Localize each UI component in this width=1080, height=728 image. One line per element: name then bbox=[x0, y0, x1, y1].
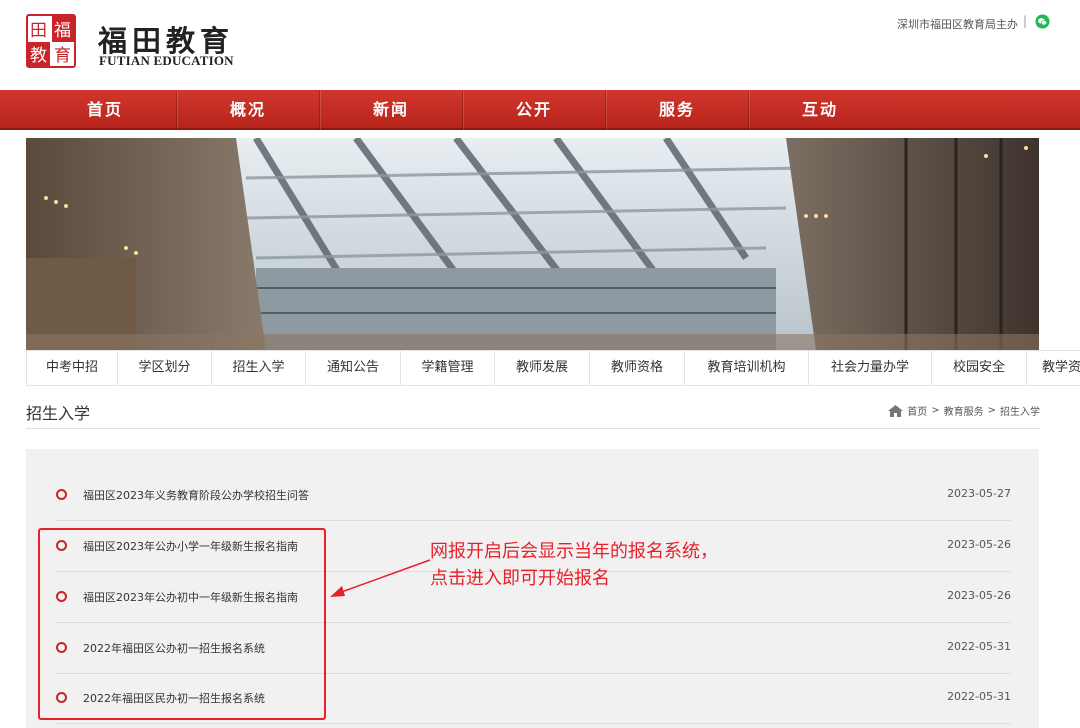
breadcrumb-current: 招生入学 bbox=[1000, 407, 1040, 418]
seal-char: 教 bbox=[30, 46, 47, 66]
annotation-line: 点击进入即可开始报名 bbox=[430, 568, 610, 589]
subnav-item-district[interactable]: 学区划分 bbox=[118, 351, 212, 385]
breadcrumb-separator: > bbox=[931, 405, 940, 416]
page-title: 招生入学 bbox=[26, 404, 91, 423]
logo-seal-icon: 福田教育 bbox=[26, 14, 76, 68]
main-nav: 首页 概况 新闻 公开 服务 互动 bbox=[0, 90, 1080, 130]
breadcrumb-services[interactable]: 教育服务 bbox=[944, 403, 984, 418]
subnav-item-teacher-dev[interactable]: 教师发展 bbox=[495, 351, 590, 385]
seal-char: 育 bbox=[54, 46, 71, 66]
annotation-line: 网报开启后会显示当年的报名系统， bbox=[430, 541, 718, 562]
list-item-date: 2022-05-31 bbox=[947, 640, 1011, 653]
subnav-item-social[interactable]: 社会力量办学 bbox=[809, 351, 932, 385]
bullet-icon bbox=[56, 489, 67, 500]
nav-item-services[interactable]: 服务 bbox=[606, 90, 749, 130]
subnav-item-training[interactable]: 教育培训机构 bbox=[685, 351, 809, 385]
nav-item-public[interactable]: 公开 bbox=[463, 90, 606, 130]
section-divider bbox=[26, 428, 1040, 429]
list-item-date: 2022-05-31 bbox=[947, 690, 1011, 703]
sponsor-text: 深圳市福田区教育局主办 bbox=[897, 18, 1018, 31]
subnav-item-enrollment[interactable]: 招生入学 bbox=[212, 351, 306, 385]
annotation-highlight-box bbox=[38, 528, 326, 720]
subnav-item-safety[interactable]: 校园安全 bbox=[932, 351, 1027, 385]
subnav-item-resources[interactable]: 教学资源 bbox=[1027, 351, 1080, 385]
subnav-item-notices[interactable]: 通知公告 bbox=[306, 351, 401, 385]
nav-item-interaction[interactable]: 互动 bbox=[749, 90, 891, 130]
list-item[interactable]: 福田区2023年义务教育阶段公办学校招生问答 2023-05-27 bbox=[56, 470, 1011, 521]
wechat-icon[interactable] bbox=[1035, 14, 1050, 29]
breadcrumb-home[interactable]: 首页 bbox=[907, 403, 927, 418]
nav-item-overview[interactable]: 概况 bbox=[177, 90, 320, 130]
list-item-date: 2023-05-27 bbox=[947, 487, 1011, 500]
sponsor-divider: | bbox=[1022, 14, 1027, 28]
annotation-arrow-icon bbox=[330, 559, 431, 597]
breadcrumb: 首页 > 教育服务 > 招生入学 bbox=[888, 403, 1040, 418]
subnav-item-teacher-cert[interactable]: 教师资格 bbox=[590, 351, 685, 385]
subnav-item-status[interactable]: 学籍管理 bbox=[401, 351, 495, 385]
sub-nav: 中考中招 学区划分 招生入学 通知公告 学籍管理 教师发展 教师资格 教育培训机… bbox=[26, 350, 1080, 386]
nav-item-news[interactable]: 新闻 bbox=[320, 90, 463, 130]
breadcrumb-separator: > bbox=[987, 405, 996, 416]
banner-image bbox=[26, 138, 1039, 350]
list-item-date: 2023-05-26 bbox=[947, 538, 1011, 551]
seal-char: 田 bbox=[30, 21, 47, 41]
list-item-title[interactable]: 福田区2023年义务教育阶段公办学校招生问答 bbox=[83, 487, 309, 503]
site-logo-subtitle: FUTIAN EDUCATION bbox=[99, 53, 234, 68]
subnav-item-exam[interactable]: 中考中招 bbox=[27, 351, 118, 385]
annotation-note: 网报开启后会显示当年的报名系统， 点击进入即可开始报名 bbox=[430, 538, 770, 592]
nav-item-home[interactable]: 首页 bbox=[34, 90, 177, 130]
home-icon[interactable] bbox=[888, 404, 904, 417]
list-item-date: 2023-05-26 bbox=[947, 589, 1011, 602]
seal-char: 福 bbox=[54, 21, 71, 41]
